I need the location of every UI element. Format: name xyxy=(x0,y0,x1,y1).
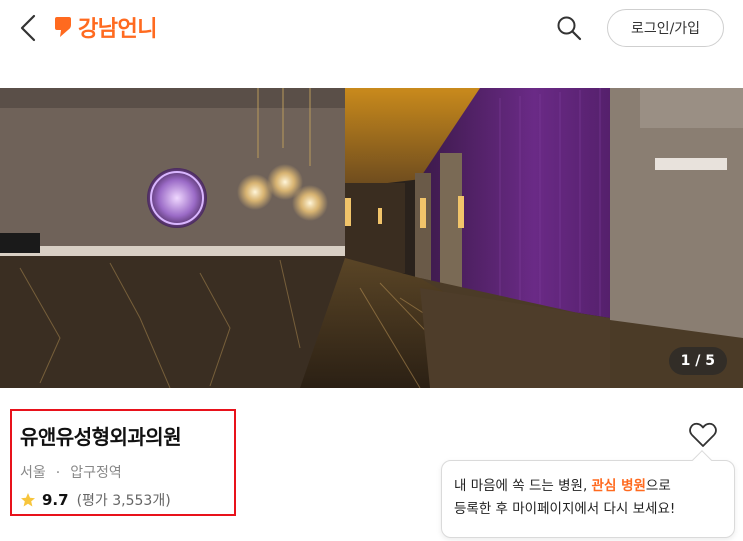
hospital-summary: 유앤유성형외과의원 서울 · 압구정역 9.7 (평가 3,553개) xyxy=(10,409,236,516)
chevron-left-icon[interactable] xyxy=(16,12,40,44)
tooltip-line-1: 내 마음에 쏙 드는 병원, 관심 병원으로 xyxy=(454,475,722,498)
star-icon xyxy=(21,493,35,507)
hospital-rating: 9.7 (평가 3,553개) xyxy=(20,490,171,510)
search-icon[interactable] xyxy=(555,14,583,42)
favorite-tooltip: 내 마음에 쏙 드는 병원, 관심 병원으로 등록한 후 마이페이지에서 다시 … xyxy=(441,450,735,538)
heart-icon[interactable] xyxy=(688,421,718,449)
location-district: 압구정역 xyxy=(70,465,122,481)
hospital-location: 서울 · 압구정역 xyxy=(20,462,122,482)
brand-logo[interactable]: 강남언니 xyxy=(54,12,157,42)
tooltip-line-2: 등록한 후 마이페이지에서 다시 보세요! xyxy=(454,501,676,517)
top-header: 강남언니 로그인/가입 xyxy=(0,0,743,58)
hospital-photo-carousel[interactable]: 1 / 5 xyxy=(0,88,743,388)
photo-counter: 1 / 5 xyxy=(668,347,727,375)
tooltip-arrow xyxy=(692,450,712,470)
review-count: (평가 3,553개) xyxy=(76,493,171,509)
tooltip-highlight: 관심 병원 xyxy=(591,478,646,494)
brand-name: 강남언니 xyxy=(78,17,157,42)
login-signup-button[interactable]: 로그인/가입 xyxy=(607,9,724,47)
rating-score: 9.7 xyxy=(42,491,69,509)
logo-mark-icon xyxy=(55,17,71,37)
hospital-lobby-image xyxy=(0,88,743,388)
location-separator: · xyxy=(55,465,61,481)
tooltip-text: 내 마음에 쏙 드는 병원, xyxy=(454,478,592,494)
tooltip-text-suffix: 으로 xyxy=(645,478,671,494)
location-city: 서울 xyxy=(20,465,46,481)
hospital-name: 유앤유성형외과의원 xyxy=(20,425,182,449)
